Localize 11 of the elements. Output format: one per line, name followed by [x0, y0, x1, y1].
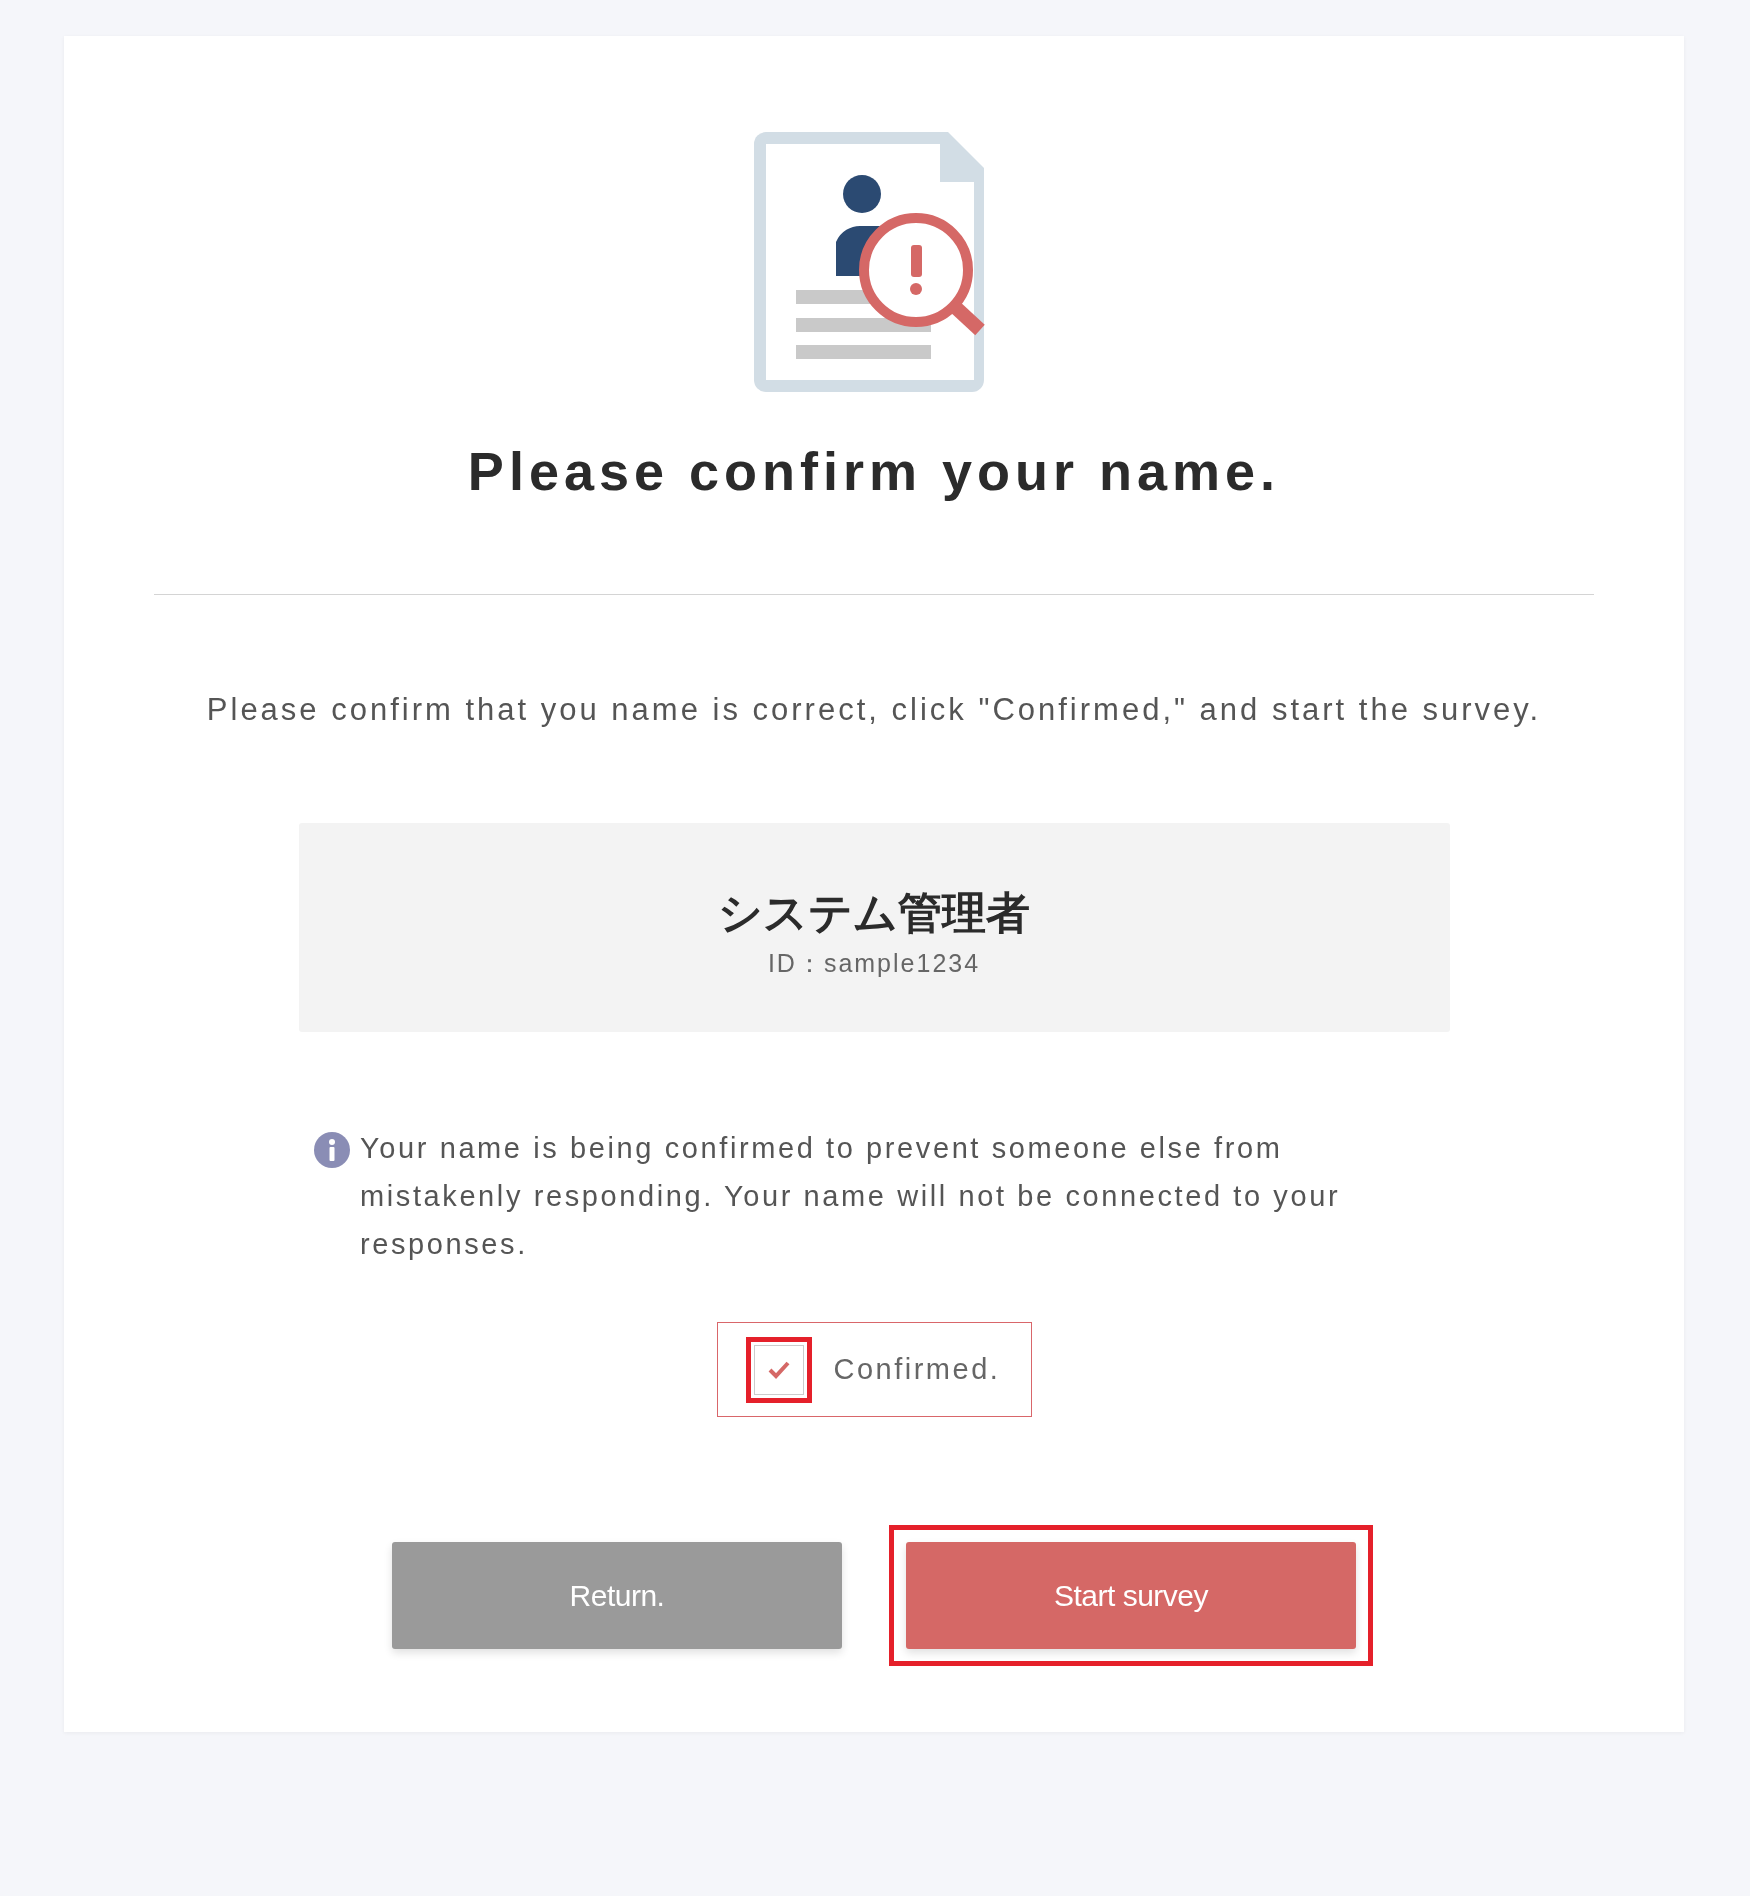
start-button[interactable]: Start survey [906, 1542, 1356, 1649]
return-button[interactable]: Return. [392, 1542, 842, 1649]
notice-text: Your name is being confirmed to prevent someone else from mistakenly responding. Your name will not be connected to your responses. [360, 1131, 1342, 1262]
user-id: ID：sample1234 [767, 947, 981, 979]
instruction-text: Please confirm that you name is correct, click "Confirmed," and start the survey. [206, 691, 1542, 729]
user-name: システム管理者 [718, 885, 1030, 940]
check-icon [767, 1360, 790, 1379]
info-icon [314, 1132, 350, 1168]
checkbox[interactable] [753, 1344, 804, 1395]
confirm-checkbox[interactable]: Confirmed. [716, 1322, 1032, 1417]
page-title: Please confirm your name. [467, 440, 1281, 502]
